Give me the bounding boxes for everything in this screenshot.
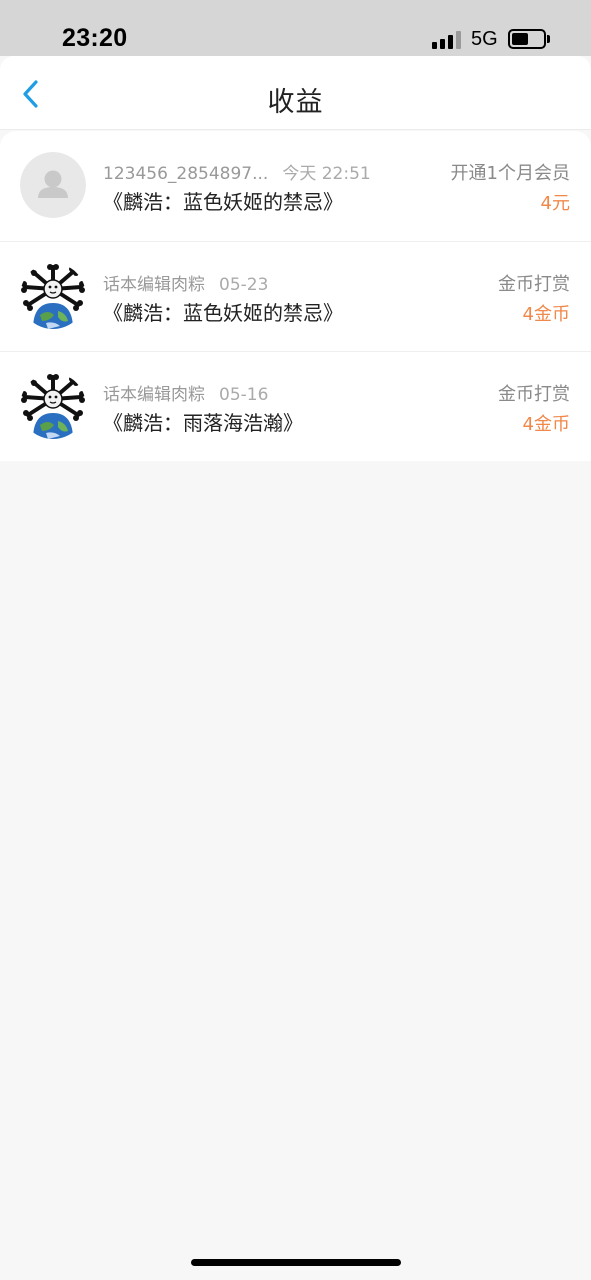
timestamp: 05-16 [219, 385, 269, 405]
battery-icon [508, 29, 546, 49]
earnings-list: 123456_2854897... 今天 22:51 《麟浩：蓝色妖姬的禁忌》 开… [0, 131, 591, 461]
page-title: 收益 [267, 87, 324, 118]
bone-earth-avatar [20, 263, 86, 329]
bone-earth-avatar [20, 373, 86, 439]
divider [0, 129, 591, 130]
book-title: 《麟浩：蓝色妖姬的禁忌》 [103, 301, 343, 325]
battery-nub [547, 35, 550, 43]
list-item[interactable]: 话本编辑肉粽 05-16 《麟浩：雨落海浩瀚》 金币打赏 4金币 [0, 351, 591, 461]
home-indicator[interactable] [191, 1259, 401, 1266]
avatar [20, 373, 86, 439]
default-user-icon [20, 152, 86, 218]
book-title: 《麟浩：蓝色妖姬的禁忌》 [103, 190, 343, 214]
user-line: 话本编辑肉粽 05-16 [103, 380, 269, 405]
book-title: 《麟浩：雨落海浩瀚》 [103, 411, 303, 435]
income-amount: 4金币 [522, 304, 570, 325]
avatar [20, 263, 86, 329]
income-amount: 4金币 [522, 414, 570, 435]
income-type: 金币打赏 [498, 384, 570, 405]
network-type: 5G [471, 28, 498, 50]
timestamp: 05-23 [219, 275, 269, 295]
user-name: 话本编辑肉粽 [103, 385, 205, 405]
signal-icon [432, 31, 462, 49]
income-amount: 4元 [540, 193, 570, 214]
avatar [20, 152, 86, 218]
status-bar: 23:20 5G [0, 0, 591, 56]
nav-bar: 收益 [0, 56, 591, 130]
user-line: 话本编辑肉粽 05-23 [103, 270, 269, 295]
user-name: 话本编辑肉粽 [103, 275, 205, 295]
list-item[interactable]: 话本编辑肉粽 05-23 《麟浩：蓝色妖姬的禁忌》 金币打赏 4金币 [0, 241, 591, 351]
income-type: 金币打赏 [498, 274, 570, 295]
status-time: 23:20 [62, 24, 128, 52]
list-item[interactable]: 123456_2854897... 今天 22:51 《麟浩：蓝色妖姬的禁忌》 开… [0, 131, 591, 241]
timestamp: 今天 22:51 [282, 164, 371, 184]
user-name: 123456_2854897... [103, 164, 269, 184]
user-line: 123456_2854897... 今天 22:51 [103, 159, 371, 184]
income-type: 开通1个月会员 [450, 163, 570, 184]
